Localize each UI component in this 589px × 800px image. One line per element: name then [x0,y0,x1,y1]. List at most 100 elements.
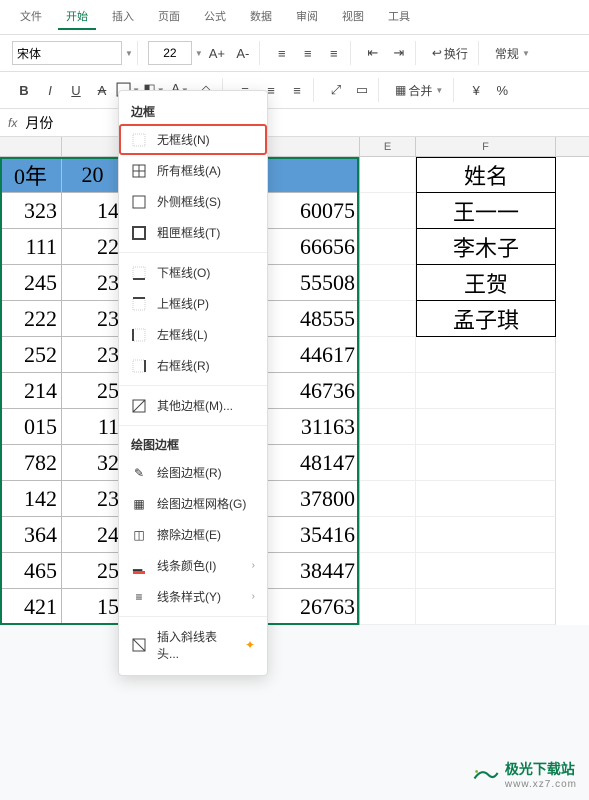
increase-font-button[interactable]: A+ [205,41,229,65]
tab-page[interactable]: 页面 [150,4,188,30]
cell[interactable] [360,481,416,517]
percent-button[interactable]: % [490,78,514,102]
menu-item-right-border[interactable]: 右框线(R) [119,350,267,381]
merge-cells-button[interactable]: ▦合并▼ [389,78,449,102]
align-top-button[interactable]: ≡ [270,41,294,65]
align-middle-button[interactable]: ≡ [296,41,320,65]
align-right-button[interactable]: ≡ [285,78,309,102]
cell[interactable] [360,265,416,301]
cell[interactable]: 李木子 [416,229,556,265]
increase-indent-button[interactable]: ⇥ [387,41,411,65]
tab-insert[interactable]: 插入 [104,4,142,30]
cell[interactable]: 23 [62,337,124,373]
cell[interactable] [360,553,416,589]
cell[interactable]: 24 [62,517,124,553]
menu-item-thick-box[interactable]: 粗匣框线(T) [119,217,267,248]
cell[interactable]: 25 [62,553,124,589]
cell[interactable] [360,409,416,445]
underline-button[interactable]: U [64,78,88,102]
col-header-e[interactable]: E [360,137,416,156]
strike-button[interactable]: A [90,78,114,102]
font-size-select[interactable] [148,41,192,65]
menu-item-diagonal-header[interactable]: 插入斜线表头...✦ [119,621,267,669]
cell[interactable]: 王贺 [416,265,556,301]
menu-item-line-color[interactable]: ▁线条颜色(I)› [119,550,267,581]
cell[interactable]: 姓名 [416,157,556,193]
tab-view[interactable]: 视图 [334,4,372,30]
cell[interactable]: 23 [62,481,124,517]
cell[interactable]: 14 [62,193,124,229]
orientation-button[interactable]: ⤢ [324,78,348,102]
chevron-down-icon[interactable]: ▼ [195,49,203,58]
cell[interactable] [416,445,556,481]
cell[interactable] [360,229,416,265]
cell[interactable]: 11 [62,409,124,445]
cell[interactable]: 222 [0,301,62,337]
cell[interactable]: 王一一 [416,193,556,229]
menu-item-erase-border[interactable]: ◫擦除边框(E) [119,519,267,550]
cell[interactable]: 22 [62,229,124,265]
cell[interactable]: 111 [0,229,62,265]
wrap-text-button[interactable]: ↩换行 [426,41,474,65]
cell[interactable] [416,589,556,625]
menu-item-bottom-border[interactable]: 下框线(O) [119,257,267,288]
menu-item-more-borders[interactable]: 其他边框(M)... [119,390,267,421]
cell[interactable] [360,589,416,625]
cell[interactable] [416,481,556,517]
cell[interactable] [360,157,416,193]
cell[interactable] [360,517,416,553]
cell[interactable]: 20 [62,157,124,193]
currency-button[interactable]: ¥ [464,78,488,102]
decrease-indent-button[interactable]: ⇤ [361,41,385,65]
cell[interactable]: 323 [0,193,62,229]
align-bottom-button[interactable]: ≡ [322,41,346,65]
cell[interactable]: 465 [0,553,62,589]
cell[interactable]: 23 [62,301,124,337]
menu-item-outside-borders[interactable]: 外侧框线(S) [119,186,267,217]
cell[interactable]: 364 [0,517,62,553]
font-name-select[interactable] [12,41,122,65]
bold-button[interactable]: B [12,78,36,102]
menu-item-left-border[interactable]: 左框线(L) [119,319,267,350]
cell[interactable] [360,301,416,337]
menu-item-draw-border[interactable]: ✎绘图边框(R) [119,457,267,488]
menu-item-top-border[interactable]: 上框线(P) [119,288,267,319]
merge-across-button[interactable]: ▭ [350,78,374,102]
cell[interactable] [416,337,556,373]
menu-item-line-style[interactable]: ≡线条样式(Y)› [119,581,267,612]
tab-data[interactable]: 数据 [242,4,280,30]
cell[interactable]: 252 [0,337,62,373]
cell[interactable]: 421 [0,589,62,625]
col-header-f[interactable]: F [416,137,556,156]
cell[interactable] [360,337,416,373]
cell[interactable] [416,553,556,589]
menu-item-no-border[interactable]: 无框线(N) [119,124,267,155]
tab-tools[interactable]: 工具 [380,4,418,30]
cell[interactable]: 214 [0,373,62,409]
cell[interactable]: 245 [0,265,62,301]
cell[interactable]: 15 [62,589,124,625]
cell[interactable] [416,517,556,553]
decrease-font-button[interactable]: A- [231,41,255,65]
cell[interactable] [360,193,416,229]
chevron-down-icon[interactable]: ▼ [125,49,133,58]
tab-review[interactable]: 审阅 [288,4,326,30]
menu-item-draw-grid[interactable]: ▦绘图边框网格(G) [119,488,267,519]
cell[interactable] [416,373,556,409]
cell[interactable]: 25 [62,373,124,409]
italic-button[interactable]: I [38,78,62,102]
fx-icon[interactable]: fx [8,116,17,130]
cell[interactable]: 孟子琪 [416,301,556,337]
tab-home[interactable]: 开始 [58,4,96,30]
tab-file[interactable]: 文件 [12,4,50,30]
spreadsheet-grid[interactable]: E F 0年 20 姓名 3231460075王一一 1112266656李木子… [0,137,589,625]
cell[interactable]: 142 [0,481,62,517]
cell[interactable]: 23 [62,265,124,301]
cell[interactable] [416,409,556,445]
cell[interactable] [360,445,416,481]
cell[interactable]: 015 [0,409,62,445]
cell[interactable]: 782 [0,445,62,481]
menu-item-all-borders[interactable]: 所有框线(A) [119,155,267,186]
number-format-select[interactable]: 常规▼ [489,41,536,65]
cell[interactable]: 32 [62,445,124,481]
